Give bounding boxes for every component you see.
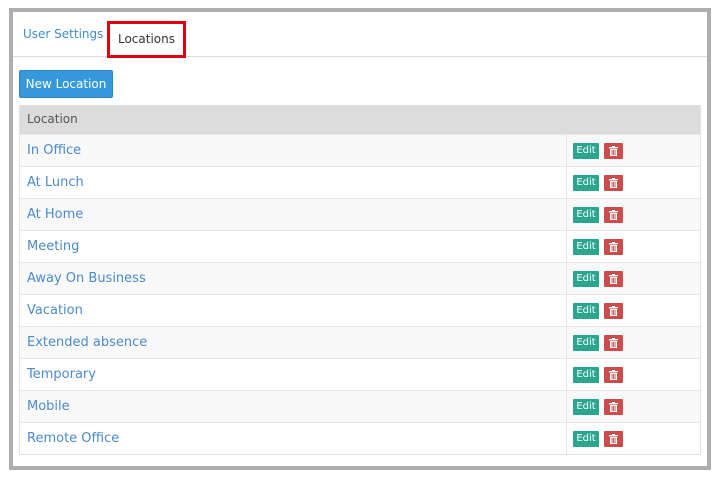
trash-icon <box>609 338 618 348</box>
delete-button[interactable] <box>604 271 623 287</box>
location-name-link[interactable]: Mobile <box>27 391 70 422</box>
edit-button[interactable]: Edit <box>573 399 599 415</box>
table-body: In Office Edit At Lunch Edit At Home Edi… <box>20 134 700 454</box>
edit-button[interactable]: Edit <box>573 175 599 191</box>
edit-button[interactable]: Edit <box>573 271 599 287</box>
edit-button[interactable]: Edit <box>573 143 599 159</box>
location-name-link[interactable]: Vacation <box>27 295 83 326</box>
row-actions: Edit <box>566 167 700 198</box>
delete-button[interactable] <box>604 175 623 191</box>
tab-locations[interactable]: Locations <box>107 21 186 58</box>
delete-button[interactable] <box>604 431 623 447</box>
table-row: Mobile Edit <box>20 390 700 422</box>
table-row: Away On Business Edit <box>20 262 700 294</box>
tab-user-settings[interactable]: User Settings <box>23 12 103 57</box>
locations-table: Location In Office Edit At Lunch Edit At… <box>19 105 701 455</box>
trash-icon <box>609 242 618 252</box>
location-name-link[interactable]: In Office <box>27 135 81 166</box>
table-row: Meeting Edit <box>20 230 700 262</box>
table-row: In Office Edit <box>20 134 700 166</box>
table-row: Extended absence Edit <box>20 326 700 358</box>
location-name-link[interactable]: Temporary <box>27 359 96 390</box>
tab-bar: User Settings Locations <box>13 12 707 58</box>
row-actions: Edit <box>566 295 700 326</box>
row-actions: Edit <box>566 199 700 230</box>
table-row: Remote Office Edit <box>20 422 700 454</box>
table-row: At Home Edit <box>20 198 700 230</box>
location-name-link[interactable]: Remote Office <box>27 423 119 454</box>
row-actions: Edit <box>566 359 700 390</box>
table-row: Temporary Edit <box>20 358 700 390</box>
settings-panel: User Settings Locations New Location Loc… <box>9 8 711 470</box>
delete-button[interactable] <box>604 207 623 223</box>
delete-button[interactable] <box>604 367 623 383</box>
trash-icon <box>609 178 618 188</box>
edit-button[interactable]: Edit <box>573 207 599 223</box>
location-name-link[interactable]: At Lunch <box>27 167 84 198</box>
edit-button[interactable]: Edit <box>573 431 599 447</box>
row-actions: Edit <box>566 423 700 454</box>
row-actions: Edit <box>566 135 700 166</box>
trash-icon <box>609 434 618 444</box>
delete-button[interactable] <box>604 143 623 159</box>
trash-icon <box>609 370 618 380</box>
table-header-location: Location <box>20 105 700 134</box>
trash-icon <box>609 306 618 316</box>
table-row: Vacation Edit <box>20 294 700 326</box>
row-actions: Edit <box>566 231 700 262</box>
row-actions: Edit <box>566 263 700 294</box>
delete-button[interactable] <box>604 335 623 351</box>
new-location-button[interactable]: New Location <box>19 70 113 98</box>
edit-button[interactable]: Edit <box>573 303 599 319</box>
trash-icon <box>609 274 618 284</box>
location-name-link[interactable]: At Home <box>27 199 83 230</box>
edit-button[interactable]: Edit <box>573 335 599 351</box>
location-name-link[interactable]: Extended absence <box>27 327 147 358</box>
trash-icon <box>609 402 618 412</box>
row-actions: Edit <box>566 327 700 358</box>
delete-button[interactable] <box>604 303 623 319</box>
row-actions: Edit <box>566 391 700 422</box>
location-name-link[interactable]: Meeting <box>27 231 79 262</box>
location-name-link[interactable]: Away On Business <box>27 263 146 294</box>
table-row: At Lunch Edit <box>20 166 700 198</box>
delete-button[interactable] <box>604 239 623 255</box>
edit-button[interactable]: Edit <box>573 367 599 383</box>
trash-icon <box>609 146 618 156</box>
trash-icon <box>609 210 618 220</box>
edit-button[interactable]: Edit <box>573 239 599 255</box>
delete-button[interactable] <box>604 399 623 415</box>
